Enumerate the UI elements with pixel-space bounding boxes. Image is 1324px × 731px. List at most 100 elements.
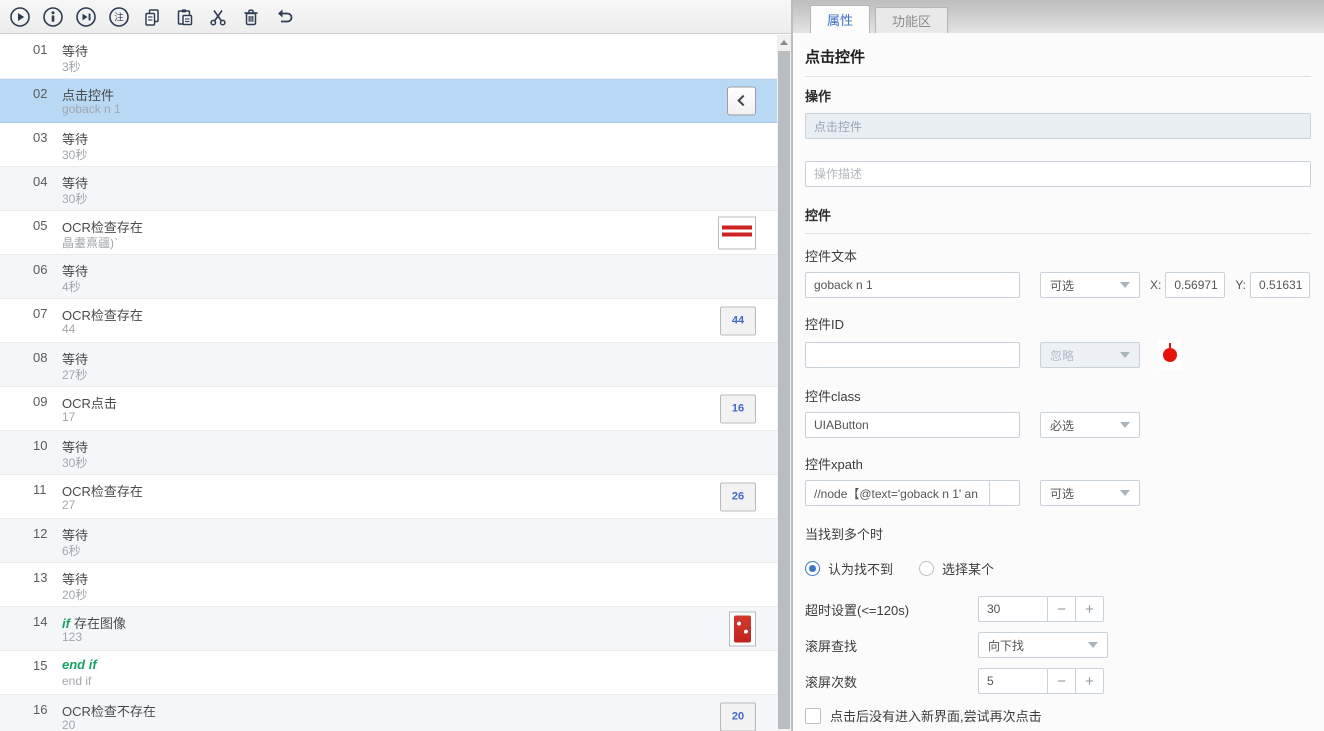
scroll-times-label: 滚屏次数 bbox=[805, 672, 978, 691]
paste-icon[interactable] bbox=[173, 5, 197, 29]
xpath-dropdown-button[interactable] bbox=[990, 480, 1020, 506]
ocr-target-badge[interactable]: 20 bbox=[720, 702, 756, 731]
minus-button[interactable]: − bbox=[1048, 668, 1076, 694]
step-subtitle: 20秒 bbox=[62, 586, 87, 603]
ocr-target-badge[interactable]: 44 bbox=[720, 306, 756, 335]
steps-scrollbar[interactable] bbox=[777, 35, 791, 731]
image-target-thumbnail[interactable] bbox=[718, 216, 756, 249]
delete-icon[interactable] bbox=[239, 5, 263, 29]
radio-unselected-icon bbox=[919, 561, 934, 576]
step-row[interactable]: 04等待30秒 bbox=[0, 167, 777, 211]
timeout-input[interactable] bbox=[978, 596, 1048, 622]
radio-choose-one[interactable]: 选择某个 bbox=[919, 559, 994, 578]
control-class-match-dropdown[interactable]: 必选 bbox=[1040, 412, 1140, 438]
control-id-input[interactable] bbox=[805, 342, 1020, 368]
tab-ribbon[interactable]: 功能区 bbox=[875, 7, 948, 33]
annotation-icon[interactable]: 注 bbox=[107, 5, 131, 29]
undo-icon[interactable] bbox=[272, 5, 296, 29]
thumbnail-image bbox=[729, 611, 756, 646]
ocr-target-badge[interactable]: 16 bbox=[720, 394, 756, 423]
multiple-found-label: 当找到多个时 bbox=[805, 524, 1311, 543]
step-title: end if bbox=[62, 657, 97, 672]
control-xpath-combo bbox=[805, 480, 1020, 506]
step-number: 14 bbox=[33, 614, 47, 629]
svg-text:注: 注 bbox=[114, 11, 124, 23]
step-row[interactable]: 06等待4秒 bbox=[0, 255, 777, 299]
step-row[interactable]: 13等待20秒 bbox=[0, 563, 777, 607]
step-row[interactable]: 12等待6秒 bbox=[0, 519, 777, 563]
radio-treat-as-not-found[interactable]: 认为找不到 bbox=[805, 559, 893, 578]
image-target-thumbnail[interactable] bbox=[729, 611, 756, 646]
cut-icon[interactable] bbox=[206, 5, 230, 29]
chevron-down-icon bbox=[1088, 642, 1098, 648]
x-coordinate-input[interactable] bbox=[1165, 272, 1225, 298]
step-subtitle: 30秒 bbox=[62, 146, 87, 163]
step-number: 12 bbox=[33, 526, 47, 541]
panel-body: 点击控件 操作 控件 控件文本 可选 X: Y: 控件ID bbox=[793, 33, 1324, 731]
run-icon[interactable] bbox=[8, 5, 32, 29]
properties-pane: 属性 功能区 点击控件 操作 控件 控件文本 可选 X: Y: bbox=[793, 0, 1324, 731]
y-coordinate-input[interactable] bbox=[1250, 272, 1310, 298]
scroll-times-input[interactable] bbox=[978, 668, 1048, 694]
step-row[interactable]: 08等待27秒 bbox=[0, 343, 777, 387]
step-row[interactable]: 15end ifend if bbox=[0, 651, 777, 695]
badge-value: 16 bbox=[720, 394, 756, 423]
step-number: 10 bbox=[33, 438, 47, 453]
control-text-match-dropdown[interactable]: 可选 bbox=[1040, 272, 1140, 298]
step-row[interactable]: 10等待30秒 bbox=[0, 431, 777, 475]
step-number: 06 bbox=[33, 262, 47, 277]
step-row[interactable]: 09OCR点击1716 bbox=[0, 387, 777, 431]
step-row[interactable]: 16OCR检查不存在2020 bbox=[0, 695, 777, 731]
checkbox-label: 点击后没有进入新界面,尝试再次点击 bbox=[830, 706, 1042, 725]
scroll-times-stepper: − + bbox=[978, 668, 1104, 694]
checkbox-unchecked-icon[interactable] bbox=[805, 708, 821, 724]
step-number: 01 bbox=[33, 42, 47, 57]
run-to-here-icon[interactable] bbox=[41, 5, 65, 29]
tab-properties[interactable]: 属性 bbox=[810, 5, 870, 33]
step-row[interactable]: 05OCR检查存在晶耋熹疆)` bbox=[0, 211, 777, 255]
plus-button[interactable]: + bbox=[1076, 668, 1104, 694]
plus-button[interactable]: + bbox=[1076, 596, 1104, 622]
step-number: 03 bbox=[33, 130, 47, 145]
step-row[interactable]: 11OCR检查存在2726 bbox=[0, 475, 777, 519]
control-text-input[interactable] bbox=[805, 272, 1020, 298]
operation-value-input[interactable] bbox=[805, 113, 1311, 139]
copy-icon[interactable] bbox=[140, 5, 164, 29]
step-subtitle: 17 bbox=[62, 410, 75, 424]
step-row[interactable]: 14if存在图像123 bbox=[0, 607, 777, 651]
scrollbar-up-icon[interactable] bbox=[777, 35, 791, 50]
control-xpath-match-dropdown[interactable]: 可选 bbox=[1040, 480, 1140, 506]
operation-desc-input[interactable] bbox=[805, 161, 1311, 187]
minus-button[interactable]: − bbox=[1048, 596, 1076, 622]
step-row[interactable]: 07OCR检查存在4444 bbox=[0, 299, 777, 343]
control-text-label: 控件文本 bbox=[805, 246, 1311, 265]
chevron-down-icon bbox=[1120, 352, 1130, 358]
control-class-input[interactable] bbox=[805, 412, 1020, 438]
retry-click-checkbox-row: 点击后没有进入新界面,尝试再次点击 bbox=[805, 706, 1311, 725]
step-row[interactable]: 02点击控件goback n 1 bbox=[0, 79, 777, 123]
step-run-icon[interactable] bbox=[74, 5, 98, 29]
step-row[interactable]: 01等待3秒 bbox=[0, 35, 777, 79]
scrollbar-thumb[interactable] bbox=[778, 51, 790, 729]
collapse-chevron-button[interactable] bbox=[727, 86, 756, 115]
control-id-match-dropdown[interactable]: 忽略 bbox=[1040, 342, 1140, 368]
step-list: 01等待3秒02点击控件goback n 103等待30秒04等待30秒05OC… bbox=[0, 35, 777, 731]
record-pin-icon bbox=[1158, 340, 1182, 370]
step-subtitle: 20 bbox=[62, 718, 75, 731]
step-subtitle: 123 bbox=[62, 630, 82, 644]
step-subtitle: 晶耋熹疆)` bbox=[62, 234, 118, 251]
control-xpath-label: 控件xpath bbox=[805, 454, 1311, 473]
badge-value: 26 bbox=[720, 482, 756, 511]
operation-section-label: 操作 bbox=[805, 86, 1311, 105]
scroll-find-value: 向下找 bbox=[988, 637, 1024, 654]
panel-title: 点击控件 bbox=[805, 46, 1311, 77]
control-xpath-match-value: 可选 bbox=[1050, 485, 1074, 502]
step-subtitle: 44 bbox=[62, 322, 75, 336]
control-xpath-input[interactable] bbox=[805, 480, 990, 506]
ocr-target-badge[interactable]: 26 bbox=[720, 482, 756, 511]
badge-value: 20 bbox=[720, 702, 756, 731]
scroll-find-dropdown[interactable]: 向下找 bbox=[978, 632, 1108, 658]
chevron-left-icon bbox=[727, 86, 756, 115]
step-row[interactable]: 03等待30秒 bbox=[0, 123, 777, 167]
if-keyword: if bbox=[62, 616, 70, 631]
